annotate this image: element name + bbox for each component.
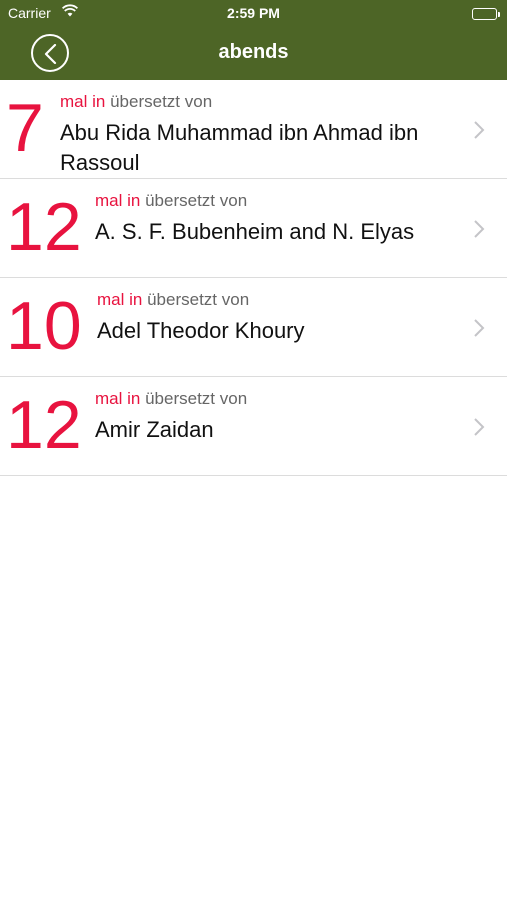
chevron-right-icon — [473, 120, 485, 145]
mal-in-label: mal in — [60, 92, 106, 111]
translator-name: Abu Rida Muhammad ibn Ahmad ibn Rassoul — [60, 120, 419, 175]
mal-in-label: mal in — [95, 389, 141, 408]
translator-name: A. S. F. Bubenheim and N. Elyas — [95, 219, 415, 244]
translator-name: Amir Zaidan — [95, 417, 214, 442]
clock: 2:59 PM — [227, 5, 280, 21]
translated-by-label: übersetzt von — [145, 191, 248, 210]
row-meta: mal in übersetzt von — [97, 290, 249, 310]
list-item[interactable]: 7 mal in übersetzt von Abu Rida Muhammad… — [0, 80, 507, 179]
translated-by-label: übersetzt von — [147, 290, 250, 309]
occurrence-count: 12 — [6, 189, 82, 265]
page-title: abends — [218, 41, 289, 63]
mal-in-label: mal in — [95, 191, 141, 210]
occurrence-count: 7 — [6, 90, 44, 166]
translator-name: Adel Theodor Khoury — [97, 318, 305, 343]
mal-in-label: mal in — [97, 290, 143, 309]
translated-by-label: übersetzt von — [110, 92, 213, 111]
row-meta: mal in übersetzt von — [95, 191, 247, 211]
translated-by-label: übersetzt von — [145, 389, 248, 408]
battery-icon — [472, 8, 500, 20]
list-item[interactable]: 12 mal in übersetzt von Amir Zaidan — [0, 377, 507, 476]
list-item[interactable]: 10 mal in übersetzt von Adel Theodor Kho… — [0, 278, 507, 377]
chevron-right-icon — [473, 219, 485, 244]
occurrence-count: 10 — [6, 288, 82, 364]
navigation-bar: abends — [0, 28, 507, 80]
chevron-right-icon — [473, 417, 485, 442]
status-bar: Carrier 2:59 PM — [0, 0, 507, 28]
occurrence-count: 12 — [6, 387, 82, 463]
chevron-right-icon — [473, 318, 485, 343]
row-meta: mal in übersetzt von — [95, 389, 247, 409]
translation-list: 7 mal in übersetzt von Abu Rida Muhammad… — [0, 80, 507, 476]
row-meta: mal in übersetzt von — [60, 92, 212, 112]
list-item[interactable]: 12 mal in übersetzt von A. S. F. Bubenhe… — [0, 179, 507, 278]
